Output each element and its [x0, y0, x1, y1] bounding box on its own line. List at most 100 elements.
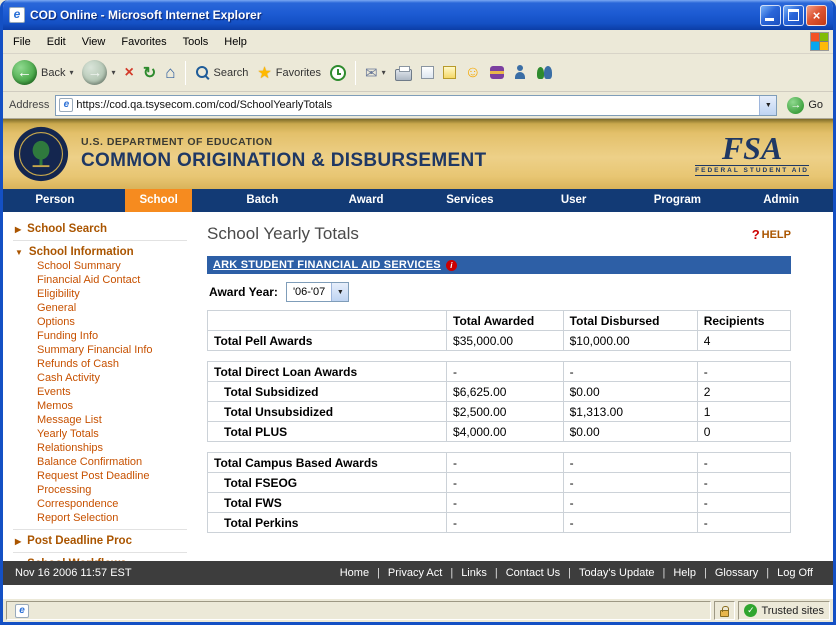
footer-link-log-off[interactable]: Log Off	[769, 567, 821, 579]
sidebar-header-post-deadline-proc[interactable]: ▶Post Deadline Proc	[13, 532, 187, 549]
table-header-cell: Total Disbursed	[563, 311, 697, 331]
cell-total-awarded: $35,000.00	[447, 331, 564, 351]
go-arrow-icon: →	[787, 97, 804, 114]
sidebar-section-school-search: ▶School Search	[13, 218, 187, 241]
search-button[interactable]: Search	[192, 63, 252, 82]
sidebar-item-options[interactable]: Options	[13, 316, 187, 330]
stop-button[interactable]: ×	[122, 62, 137, 84]
sidebar-item-school-summary[interactable]: School Summary	[13, 260, 187, 274]
menu-file[interactable]: File	[5, 32, 39, 52]
sidebar-item-request-post-deadline[interactable]: Request Post Deadline	[13, 470, 187, 484]
print-icon	[395, 69, 412, 81]
contacts-button[interactable]	[533, 63, 557, 82]
sidebar-item-message-list[interactable]: Message List	[13, 414, 187, 428]
menu-favorites[interactable]: Favorites	[113, 32, 174, 52]
footer-bar: Nov 16 2006 11:57 EST Home|Privacy Act|L…	[3, 561, 833, 585]
award-year-select[interactable]: '06-'07 ▼	[286, 282, 349, 302]
spacer-cell	[563, 351, 697, 362]
sidebar-header-school-information[interactable]: ▼School Information	[13, 243, 187, 260]
history-button[interactable]	[327, 63, 349, 83]
address-dropdown-button[interactable]: ▼	[759, 96, 776, 115]
favorites-button[interactable]: ★ Favorites	[254, 61, 324, 85]
sidebar-item-processing[interactable]: Processing	[13, 484, 187, 498]
menu-help[interactable]: Help	[216, 32, 255, 52]
tab-services[interactable]: Services	[418, 189, 522, 212]
address-input[interactable]	[76, 99, 759, 111]
refresh-button[interactable]: ↻	[140, 61, 159, 85]
tab-batch[interactable]: Batch	[211, 189, 315, 212]
status-bar: e ✓ Trusted sites	[3, 598, 833, 622]
sidebar-item-general[interactable]: General	[13, 302, 187, 316]
back-dropdown-icon[interactable]: ▾	[69, 68, 73, 77]
back-icon: ←	[12, 60, 37, 85]
forward-icon: →	[82, 60, 107, 85]
research-button[interactable]	[510, 63, 530, 82]
go-button[interactable]: → Go	[783, 96, 827, 115]
icq-button[interactable]	[487, 64, 507, 81]
sidebar-item-cash-activity[interactable]: Cash Activity	[13, 372, 187, 386]
menu-view[interactable]: View	[74, 32, 114, 52]
edit-button[interactable]	[418, 64, 437, 81]
cell-total-awarded: $4,000.00	[447, 422, 564, 442]
home-button[interactable]: ⌂	[162, 61, 178, 85]
fsa-subtitle: FEDERAL STUDENT AID	[695, 165, 809, 176]
messenger-button[interactable]: ☺	[462, 62, 484, 84]
sidebar-item-report-selection[interactable]: Report Selection	[13, 512, 187, 526]
row-label: Total FSEOG	[208, 473, 447, 493]
back-button[interactable]: ← Back ▾	[9, 58, 76, 87]
sidebar-item-funding-info[interactable]: Funding Info	[13, 330, 187, 344]
sidebar-header-school-search[interactable]: ▶School Search	[13, 220, 187, 237]
tab-person[interactable]: Person	[3, 189, 107, 212]
menu-tools[interactable]: Tools	[175, 32, 217, 52]
sidebar-item-events[interactable]: Events	[13, 386, 187, 400]
row-label: Total Unsubsidized	[208, 402, 447, 422]
go-label: Go	[808, 99, 823, 111]
sidebar-item-refunds-of-cash[interactable]: Refunds of Cash	[13, 358, 187, 372]
tab-label-services: Services	[432, 189, 507, 212]
minimize-button[interactable]	[760, 5, 781, 26]
footer-link-glossary[interactable]: Glossary	[707, 567, 766, 579]
address-box: e ▼	[55, 95, 777, 116]
footer-link-contact-us[interactable]: Contact Us	[498, 567, 568, 579]
tab-admin[interactable]: Admin	[729, 189, 833, 212]
site-banner: U.S. DEPARTMENT OF EDUCATION COMMON ORIG…	[3, 119, 833, 189]
totals-table: Total AwardedTotal DisbursedRecipients T…	[207, 310, 791, 533]
sidebar-item-financial-aid-contact[interactable]: Financial Aid Contact	[13, 274, 187, 288]
sidebar-item-eligibility[interactable]: Eligibility	[13, 288, 187, 302]
select-dropdown-icon[interactable]: ▼	[331, 283, 348, 301]
forward-button[interactable]: → ▾	[79, 58, 118, 87]
sidebar-item-relationships[interactable]: Relationships	[13, 442, 187, 456]
footer-link-privacy-act[interactable]: Privacy Act	[380, 567, 450, 579]
toolbar-separator	[185, 61, 186, 85]
footer-link-today-s-update[interactable]: Today's Update	[571, 567, 662, 579]
tab-program[interactable]: Program	[626, 189, 730, 212]
menu-edit[interactable]: Edit	[39, 32, 74, 52]
info-icon[interactable]: i	[446, 260, 457, 271]
help-link[interactable]: ? HELP	[752, 227, 791, 242]
sidebar-item-summary-financial-info[interactable]: Summary Financial Info	[13, 344, 187, 358]
table-row: Total Pell Awards$35,000.00$10,000.004	[208, 331, 791, 351]
mail-button[interactable]: ✉ ▾	[362, 62, 389, 84]
tab-label-program: Program	[640, 189, 715, 212]
tab-award[interactable]: Award	[314, 189, 418, 212]
discuss-button[interactable]	[440, 64, 459, 81]
sidebar-item-correspondence[interactable]: Correspondence	[13, 498, 187, 512]
footer-link-home[interactable]: Home	[332, 567, 377, 579]
sidebar-item-yearly-totals[interactable]: Yearly Totals	[13, 428, 187, 442]
banner-text: U.S. DEPARTMENT OF EDUCATION COMMON ORIG…	[81, 136, 486, 172]
mail-dropdown-icon[interactable]: ▾	[382, 68, 386, 77]
table-row: Total PLUS$4,000.00$0.000	[208, 422, 791, 442]
maximize-button[interactable]	[783, 5, 804, 26]
footer-link-help[interactable]: Help	[665, 567, 704, 579]
close-button[interactable]: ×	[806, 5, 827, 26]
footer-link-links[interactable]: Links	[453, 567, 495, 579]
print-button[interactable]	[392, 63, 415, 83]
sidebar-item-balance-confirmation[interactable]: Balance Confirmation	[13, 456, 187, 470]
sidebar-item-memos[interactable]: Memos	[13, 400, 187, 414]
school-name-link[interactable]: ARK STUDENT FINANCIAL AID SERVICES	[213, 259, 441, 271]
row-label: Total Direct Loan Awards	[208, 362, 447, 382]
forward-dropdown-icon[interactable]: ▾	[111, 68, 115, 77]
tab-school[interactable]: School	[107, 189, 211, 212]
lock-icon	[720, 610, 729, 617]
tab-user[interactable]: User	[522, 189, 626, 212]
